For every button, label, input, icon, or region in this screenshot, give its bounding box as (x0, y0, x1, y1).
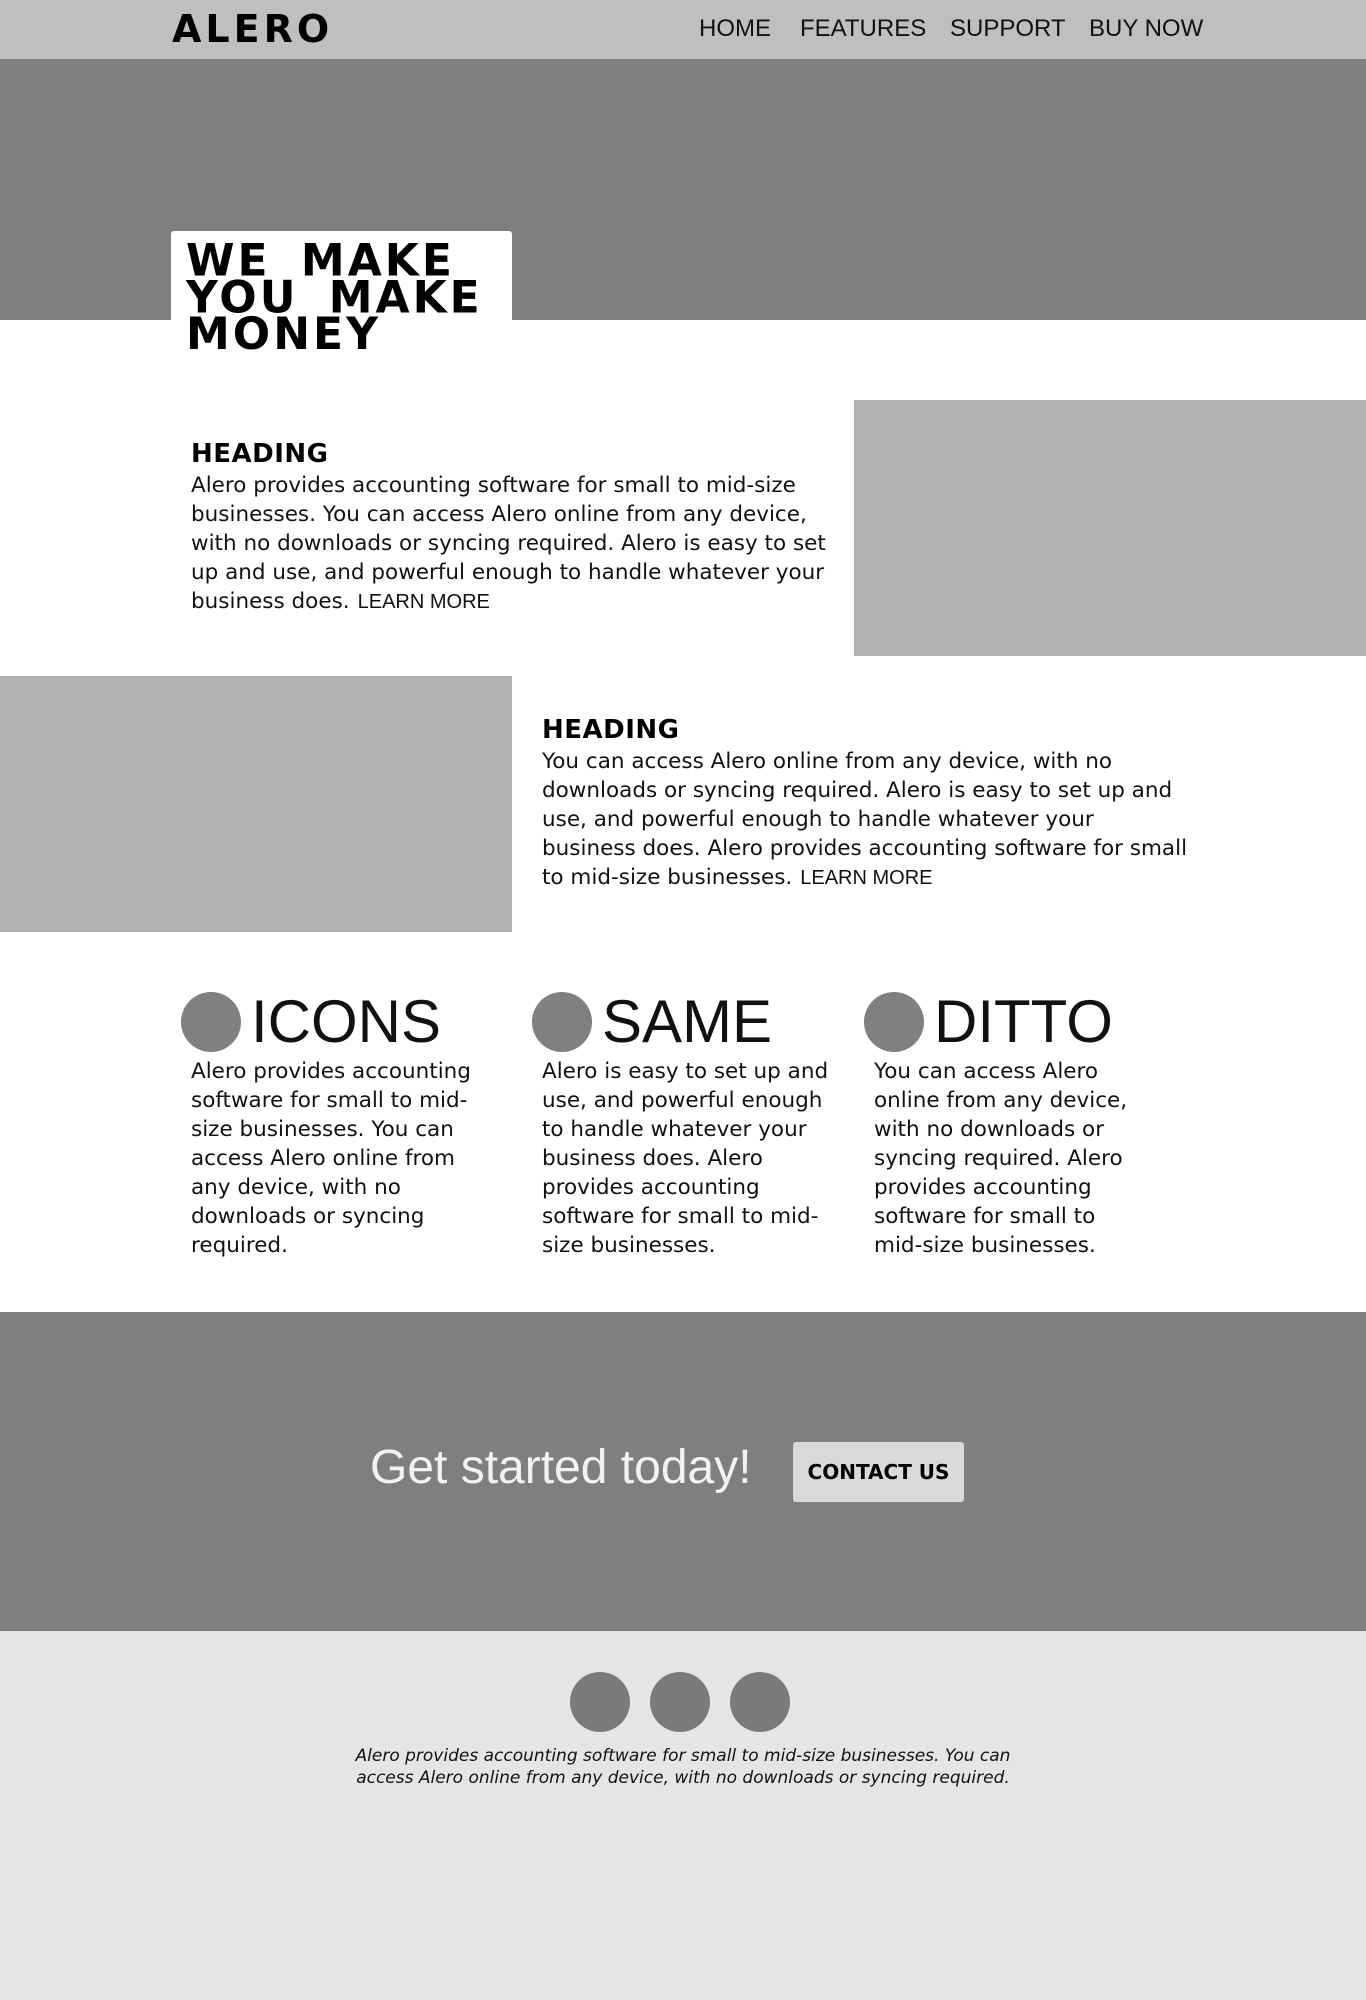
row-1-image-placeholder (854, 400, 1366, 656)
row-1-learn-more-link[interactable]: LEARN MORE (358, 591, 490, 613)
feature-2-text: Alero is easy to set up and use, and pow… (542, 1059, 829, 1258)
feature-3-title: DITTO (934, 988, 1113, 1055)
brand-logo[interactable]: ALERO (172, 6, 333, 52)
row-2-heading: HEADING (542, 715, 680, 745)
feature-2-title: SAME (602, 988, 773, 1055)
nav-link-features[interactable]: FEATURES (800, 14, 926, 44)
row-2-image-placeholder (0, 676, 512, 932)
row-1-heading: HEADING (191, 439, 329, 469)
row-1-body: Alero provides accounting software for s… (191, 473, 826, 614)
feature-3-icon (864, 992, 924, 1052)
social-link-1-icon[interactable] (570, 1672, 630, 1732)
feature-3-text: You can access Alero online from any dev… (874, 1059, 1128, 1258)
cta-heading: Get started today! (370, 1441, 752, 1494)
feature-1-title: ICONS (251, 988, 442, 1055)
hero-title: WE MAKE YOU MAKE MONEY (186, 234, 483, 361)
row-2-learn-more-link[interactable]: LEARN MORE (800, 867, 932, 889)
nav-link-home[interactable]: HOME (699, 14, 771, 44)
row-1-text: Alero provides accounting software for s… (191, 471, 831, 617)
feature-2-icon (532, 992, 592, 1052)
footer-text: Alero provides accounting software for s… (355, 1746, 1011, 1788)
nav-link-buy-now[interactable]: BUY NOW (1089, 14, 1203, 44)
contact-us-button[interactable]: CONTACT US (793, 1442, 964, 1502)
social-link-3-icon[interactable] (730, 1672, 790, 1732)
row-2-text: You can access Alero online from any dev… (542, 747, 1192, 893)
nav-link-support[interactable]: SUPPORT (950, 14, 1066, 44)
feature-1-text: Alero provides accounting software for s… (191, 1059, 471, 1258)
feature-1-icon (181, 992, 241, 1052)
social-link-2-icon[interactable] (650, 1672, 710, 1732)
